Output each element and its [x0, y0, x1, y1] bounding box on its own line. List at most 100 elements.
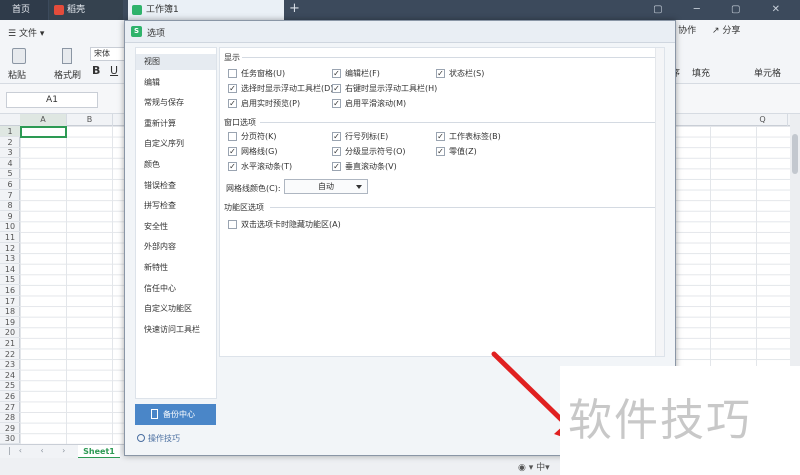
nav-item[interactable]: 编辑 [136, 75, 216, 91]
column-header-b[interactable]: B [67, 114, 113, 126]
option-edit-bar[interactable]: 编辑栏(F) [332, 69, 380, 79]
option-row-col-headers[interactable]: 行号列标(E) [332, 132, 388, 142]
file-menu-button[interactable]: ☰ 文件 ▾ [8, 26, 44, 39]
row-number[interactable]: 15 [0, 274, 20, 286]
column-header-q[interactable]: Q [738, 114, 788, 126]
row-number[interactable]: 21 [0, 338, 20, 349]
option-outline-symbols[interactable]: 分级显示符号(O) [332, 147, 406, 157]
format-painter-button[interactable]: 格式刷 [54, 68, 81, 81]
view-mode-icons[interactable]: ◉ ▾ 中▾ [518, 460, 550, 473]
nav-item[interactable]: 视图 [136, 54, 216, 70]
tab-home[interactable]: 首页 [0, 0, 48, 20]
option-page-break[interactable]: 分页符(K) [228, 132, 277, 142]
row-number[interactable]: 13 [0, 253, 20, 265]
option-gridlines[interactable]: 网格线(G) [228, 147, 277, 157]
row-number[interactable]: 7 [0, 190, 20, 201]
name-box[interactable]: A1 [6, 92, 98, 108]
row-number[interactable]: 30 [0, 433, 20, 445]
checkbox[interactable] [228, 220, 237, 229]
row-number[interactable]: 5 [0, 168, 20, 180]
option-sheet-tabs[interactable]: 工作表标签(B) [436, 132, 501, 142]
dialog-title-bar[interactable]: S 选项 [125, 21, 675, 43]
scroll-thumb[interactable] [792, 134, 798, 174]
option-live-preview[interactable]: 启用实时预览(P) [228, 99, 300, 109]
option-hide-ribbon-dblclick[interactable]: 双击选项卡时隐藏功能区(A) [228, 220, 341, 230]
tips-link[interactable]: 操作技巧 [137, 433, 180, 444]
backup-center-button[interactable]: 备份中心 [135, 404, 216, 425]
row-number[interactable]: 9 [0, 211, 20, 222]
checkbox[interactable] [228, 132, 237, 141]
option-float-toolbar-rightclick[interactable]: 右键时显示浮动工具栏(H) [332, 84, 437, 94]
paste-button[interactable]: 粘贴 [8, 68, 26, 81]
share-button[interactable]: ↗ 分享 [712, 23, 740, 36]
content-scrollbar[interactable] [655, 48, 664, 356]
option-horizontal-scrollbar[interactable]: 水平滚动条(T) [228, 162, 292, 172]
new-tab-button[interactable]: + [289, 1, 300, 16]
nav-item[interactable]: 自定义功能区 [136, 301, 216, 317]
nav-item[interactable]: 自定义序列 [136, 136, 216, 152]
nav-item[interactable]: 重新计算 [136, 116, 216, 132]
checkbox[interactable] [436, 147, 445, 156]
option-status-bar[interactable]: 状态栏(S) [436, 69, 484, 79]
paste-icon[interactable] [12, 48, 26, 64]
fill-button[interactable]: 填充 [692, 66, 710, 79]
active-cell[interactable] [20, 126, 67, 138]
checkbox[interactable] [436, 132, 445, 141]
row-number[interactable]: 26 [0, 391, 20, 402]
row-number[interactable]: 6 [0, 179, 20, 190]
nav-item[interactable]: 快速访问工具栏 [136, 322, 216, 338]
nav-item[interactable]: 拼写检查 [136, 198, 216, 214]
row-number[interactable]: 14 [0, 264, 20, 275]
gridline-color-select[interactable]: 自动 [284, 179, 368, 194]
checkbox[interactable] [332, 69, 341, 78]
nav-item[interactable]: 新特性 [136, 260, 216, 276]
checkbox[interactable] [332, 162, 341, 171]
row-number[interactable]: 16 [0, 285, 20, 296]
checkbox[interactable] [436, 69, 445, 78]
row-number[interactable]: 4 [0, 158, 20, 169]
nav-item[interactable]: 外部内容 [136, 239, 216, 255]
option-smooth-scroll[interactable]: 启用平滑滚动(M) [332, 99, 406, 109]
sheet-tab[interactable]: Sheet1 [78, 445, 120, 459]
row-number[interactable]: 25 [0, 380, 20, 392]
cell-format-button[interactable]: 单元格 [754, 66, 781, 79]
row-number[interactable]: 19 [0, 317, 20, 328]
row-number[interactable]: 29 [0, 423, 20, 434]
option-zero-values[interactable]: 零值(Z) [436, 147, 477, 157]
underline-icon[interactable]: U [110, 64, 118, 77]
window-controls[interactable]: ▢ ─ ▢ ✕ [653, 4, 794, 15]
checkbox[interactable] [228, 147, 237, 156]
row-number[interactable]: 12 [0, 243, 20, 254]
row-number[interactable]: 2 [0, 137, 20, 148]
row-number[interactable]: 8 [0, 200, 20, 212]
checkbox[interactable] [332, 99, 341, 108]
row-number[interactable]: 17 [0, 296, 20, 307]
checkbox[interactable] [228, 84, 237, 93]
checkbox[interactable] [332, 84, 341, 93]
option-vertical-scrollbar[interactable]: 垂直滚动条(V) [332, 162, 397, 172]
column-header-a[interactable]: A [20, 114, 67, 126]
nav-item[interactable]: 安全性 [136, 219, 216, 235]
row-number[interactable]: 1 [0, 126, 20, 137]
option-task-pane[interactable]: 任务窗格(U) [228, 69, 285, 79]
row-number[interactable]: 11 [0, 232, 20, 243]
format-painter-icon[interactable] [62, 48, 72, 64]
tab-workbook[interactable]: 工作簿1 [128, 0, 284, 20]
checkbox[interactable] [332, 132, 341, 141]
row-number[interactable]: 23 [0, 359, 20, 371]
checkbox[interactable] [332, 147, 341, 156]
row-number[interactable]: 18 [0, 306, 20, 318]
checkbox[interactable] [228, 69, 237, 78]
row-number[interactable]: 3 [0, 147, 20, 159]
checkbox[interactable] [228, 162, 237, 171]
tab-draft[interactable]: 稻壳 [49, 0, 123, 20]
option-float-toolbar-select[interactable]: 选择时显示浮动工具栏(D) [228, 84, 333, 94]
row-number[interactable]: 20 [0, 327, 20, 339]
nav-item[interactable]: 常规与保存 [136, 95, 216, 111]
row-number[interactable]: 28 [0, 412, 20, 424]
nav-item[interactable]: 信任中心 [136, 281, 216, 297]
row-number[interactable]: 22 [0, 349, 20, 360]
nav-item[interactable]: 错误检查 [136, 178, 216, 194]
row-number[interactable]: 27 [0, 402, 20, 413]
bold-icon[interactable]: B [92, 64, 100, 77]
